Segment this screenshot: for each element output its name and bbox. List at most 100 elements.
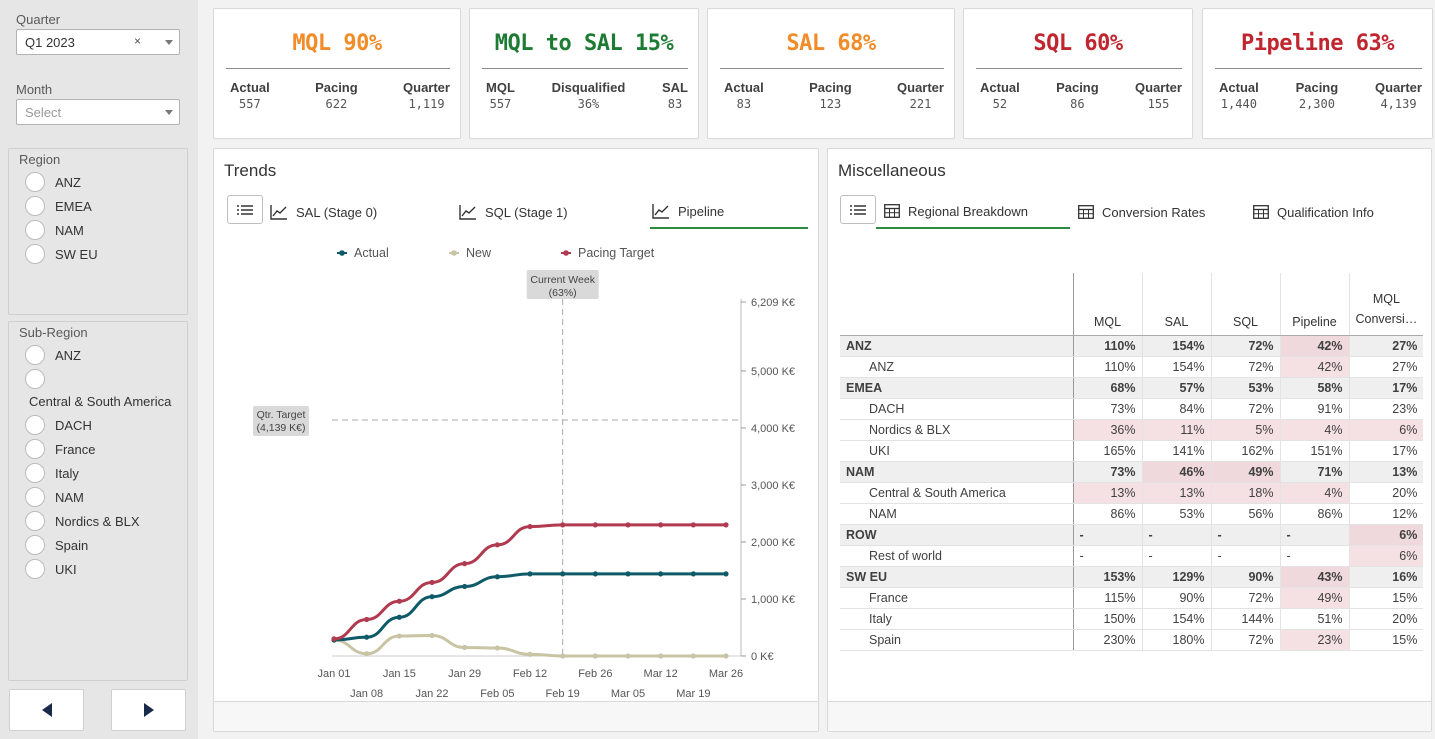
chevron-down-icon[interactable] xyxy=(165,110,173,115)
trend-tab[interactable]: Pipeline xyxy=(650,195,808,229)
trend-tab[interactable]: SAL (Stage 0) xyxy=(270,195,450,229)
subregion-option[interactable]: NAM xyxy=(9,485,187,509)
table-header-cell[interactable]: MQL Conversi… xyxy=(1349,273,1424,336)
radio-button[interactable] xyxy=(25,244,45,264)
table-header-cell[interactable]: MQL xyxy=(1073,273,1143,336)
data-point[interactable] xyxy=(396,614,402,620)
data-point[interactable] xyxy=(592,571,598,577)
radio-button[interactable] xyxy=(25,220,45,240)
table-header-cell[interactable]: SQL xyxy=(1211,273,1281,336)
legend-item[interactable]: Actual xyxy=(337,246,389,260)
radio-button[interactable] xyxy=(25,196,45,216)
table-row[interactable]: EMEA 68% 57% 53% 58% 17% xyxy=(840,377,1424,399)
radio-button[interactable] xyxy=(25,345,45,365)
data-point[interactable] xyxy=(560,522,566,528)
table-row[interactable]: Spain 230% 180% 72% 23% 15% xyxy=(840,629,1424,651)
subregion-option[interactable]: Nordics & BLX xyxy=(9,509,187,533)
month-select[interactable]: Select xyxy=(16,99,180,125)
list-menu-button[interactable] xyxy=(840,195,876,224)
chevron-down-icon[interactable] xyxy=(165,40,173,45)
data-point[interactable] xyxy=(723,571,729,577)
data-point[interactable] xyxy=(560,571,566,577)
subregion-option[interactable]: Italy xyxy=(9,461,187,485)
radio-button[interactable] xyxy=(25,511,45,531)
data-point[interactable] xyxy=(560,653,566,659)
data-point[interactable] xyxy=(462,644,468,651)
region-option[interactable]: ANZ xyxy=(9,170,187,194)
data-point[interactable] xyxy=(658,571,664,577)
data-point[interactable] xyxy=(658,522,664,528)
data-point[interactable] xyxy=(658,653,664,659)
table-row[interactable]: NAM 86% 53% 56% 86% 12% xyxy=(840,503,1424,525)
list-menu-button[interactable] xyxy=(227,195,263,224)
table-row[interactable]: SW EU 153% 129% 90% 43% 16% xyxy=(840,566,1424,588)
data-point[interactable] xyxy=(462,583,468,590)
data-point[interactable] xyxy=(364,651,370,657)
table-row[interactable]: DACH 73% 84% 72% 91% 23% xyxy=(840,398,1424,420)
data-point[interactable] xyxy=(396,633,402,639)
subregion-option[interactable]: UKI xyxy=(9,557,187,581)
data-point[interactable] xyxy=(494,574,500,580)
data-point[interactable] xyxy=(396,598,402,604)
radio-button[interactable] xyxy=(25,559,45,579)
data-point[interactable] xyxy=(592,522,598,528)
table-row[interactable]: ANZ 110% 154% 72% 42% 27% xyxy=(840,356,1424,378)
subregion-option[interactable]: DACH xyxy=(9,413,187,437)
legend-item[interactable]: New xyxy=(449,246,492,260)
table-row[interactable]: NAM 73% 46% 49% 71% 13% xyxy=(840,461,1424,483)
data-point[interactable] xyxy=(494,645,500,651)
data-point[interactable] xyxy=(690,653,696,659)
region-option[interactable]: EMEA xyxy=(9,194,187,218)
table-row[interactable]: ANZ 110% 154% 72% 42% 27% xyxy=(840,335,1424,357)
data-point[interactable] xyxy=(625,522,631,528)
data-point[interactable] xyxy=(429,594,435,600)
table-header-cell[interactable]: Pipeline xyxy=(1280,273,1350,336)
table-row[interactable]: Italy 150% 154% 144% 51% 20% xyxy=(840,608,1424,630)
data-point[interactable] xyxy=(625,653,631,659)
radio-button[interactable] xyxy=(25,487,45,507)
data-point[interactable] xyxy=(364,634,370,640)
radio-button[interactable] xyxy=(25,439,45,459)
subregion-option[interactable]: ANZ xyxy=(9,343,187,367)
subregion-option[interactable]: Spain xyxy=(9,533,187,557)
data-point[interactable] xyxy=(494,542,500,548)
table-header-cell[interactable]: SAL xyxy=(1142,273,1212,336)
data-point[interactable] xyxy=(429,632,435,639)
table-row[interactable]: ROW - - - -6% xyxy=(840,524,1424,546)
data-point[interactable] xyxy=(462,561,468,567)
data-point[interactable] xyxy=(690,571,696,577)
trend-tab[interactable]: SQL (Stage 1) xyxy=(459,195,639,229)
data-point[interactable] xyxy=(625,571,631,577)
table-row[interactable]: UKI 165% 141% 162% 151% 17% xyxy=(840,440,1424,462)
legend-item[interactable]: Pacing Target xyxy=(561,246,655,260)
radio-button[interactable] xyxy=(25,415,45,435)
misc-tab[interactable]: Regional Breakdown xyxy=(876,195,1070,229)
subregion-option[interactable] xyxy=(9,367,187,391)
previous-button[interactable] xyxy=(9,689,84,731)
next-button[interactable] xyxy=(111,689,186,731)
quarter-select[interactable]: Q1 2023 × xyxy=(16,29,180,55)
data-point[interactable] xyxy=(527,523,533,530)
data-point[interactable] xyxy=(723,653,729,659)
data-point[interactable] xyxy=(331,636,337,642)
radio-button[interactable] xyxy=(25,463,45,483)
table-row[interactable]: Rest of world - - - -6% xyxy=(840,545,1424,567)
data-point[interactable] xyxy=(429,579,435,586)
data-point[interactable] xyxy=(592,653,598,659)
data-point[interactable] xyxy=(364,616,370,623)
clear-icon[interactable]: × xyxy=(134,34,141,48)
data-point[interactable] xyxy=(690,522,696,528)
region-option[interactable]: SW EU xyxy=(9,242,187,266)
table-row[interactable]: France 115% 90% 72% 49% 15% xyxy=(840,587,1424,609)
radio-button[interactable] xyxy=(25,535,45,555)
region-option[interactable]: NAM xyxy=(9,218,187,242)
data-point[interactable] xyxy=(527,651,533,657)
radio-button[interactable] xyxy=(25,172,45,192)
data-point[interactable] xyxy=(723,522,729,528)
table-row[interactable]: Central & South America 13% 13% 18% 4% 20% xyxy=(840,482,1424,504)
table-row[interactable]: Nordics & BLX 36% 11% 5% 4% 6% xyxy=(840,419,1424,441)
data-point[interactable] xyxy=(527,571,533,577)
misc-tab[interactable]: Qualification Info xyxy=(1253,195,1413,229)
misc-tab[interactable]: Conversion Rates xyxy=(1078,195,1228,229)
subregion-option[interactable]: France xyxy=(9,437,187,461)
